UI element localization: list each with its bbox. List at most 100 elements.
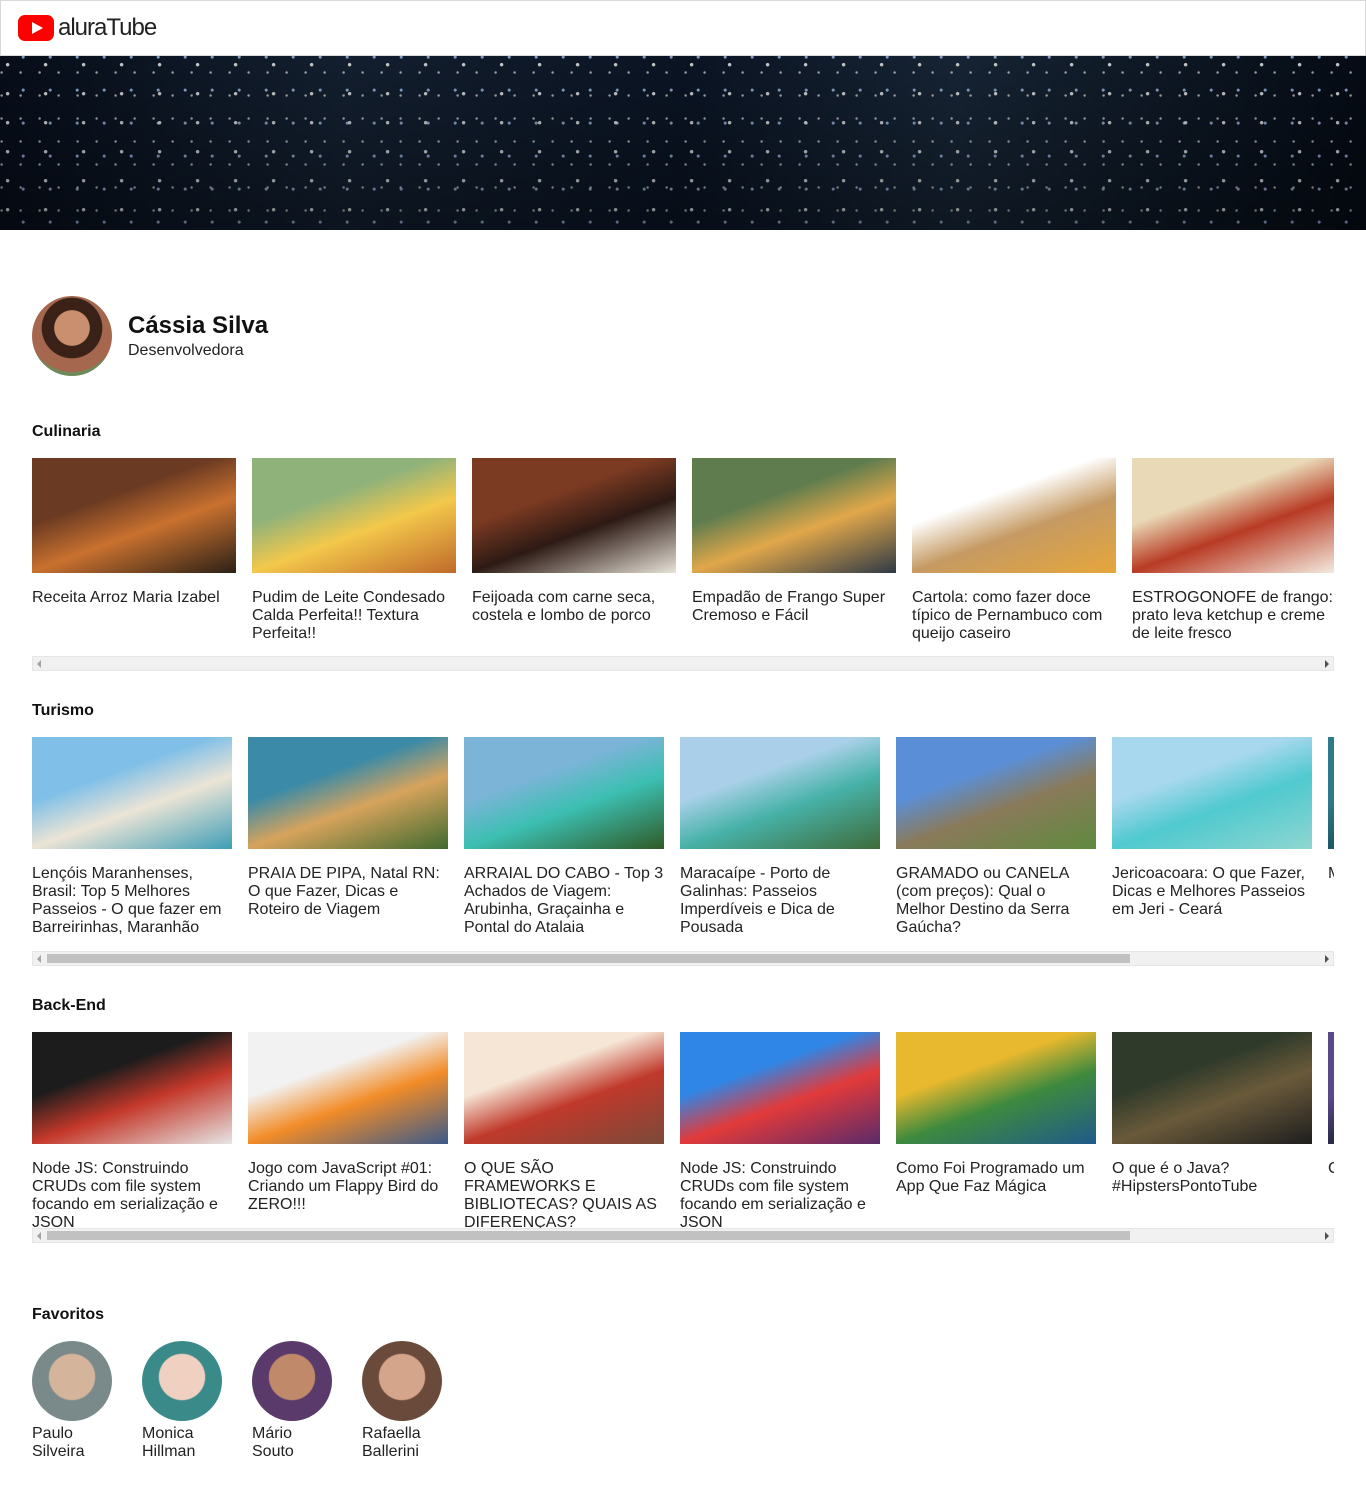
top-menu: aluraTube — [0, 0, 1366, 56]
video-card[interactable]: Cartola: como fazer doce típico de Perna… — [912, 458, 1116, 656]
video-thumbnail[interactable] — [692, 458, 896, 573]
horizontal-scrollbar[interactable] — [32, 656, 1334, 671]
profile-header: Cássia Silva Desenvolvedora — [32, 296, 268, 376]
alura-tube-logo[interactable]: aluraTube — [18, 14, 157, 42]
video-title[interactable]: Maracaípe - Porto de Galinhas: Passeios … — [680, 865, 880, 937]
video-card[interactable]: C L # — [1328, 1032, 1334, 1228]
video-card[interactable]: Maracaípe - Porto de Galinhas: Passeios … — [680, 737, 880, 951]
horizontal-scrollbar[interactable] — [32, 1228, 1334, 1243]
playlist-title: Culinaria — [32, 423, 101, 440]
video-title[interactable]: Pudim de Leite Condesado Calda Perfeita!… — [252, 589, 456, 643]
video-card[interactable]: Como Foi Programado um App Que Faz Mágic… — [896, 1032, 1096, 1228]
video-title[interactable]: Jericoacoara: O que Fazer, Dicas e Melho… — [1112, 865, 1312, 919]
favorite-name: Paulo Silveira — [32, 1425, 85, 1460]
video-row: Receita Arroz Maria Izabel Pudim de Leite… — [32, 458, 1334, 656]
video-thumbnail[interactable] — [1112, 1032, 1312, 1144]
video-card[interactable]: GRAMADO ou CANELA (com preços): Qual o M… — [896, 737, 1096, 951]
video-thumbnail[interactable] — [896, 1032, 1096, 1144]
video-title[interactable]: Lençóis Maranhenses, Brasil: Top 5 Melho… — [32, 865, 232, 937]
play-logo-icon — [18, 15, 54, 41]
scroll-thumb[interactable] — [47, 954, 1130, 963]
logo-text: aluraTube — [58, 14, 157, 41]
profile-name: Cássia Silva — [128, 312, 269, 339]
channel-banner — [0, 56, 1366, 230]
video-title[interactable]: O QUE SÃO FRAMEWORKS E BIBLIOTECAS? QUAI… — [464, 1160, 664, 1228]
video-card[interactable]: Empadão de Frango Super Cremoso e Fácil — [692, 458, 896, 656]
scroll-thumb[interactable] — [47, 1231, 1130, 1240]
video-card[interactable]: Feijoada com carne seca, costela e lombo… — [472, 458, 676, 656]
playlist-back-end: Back-End Node JS: Construindo CRUDs com … — [32, 997, 1334, 1243]
horizontal-scrollbar[interactable] — [32, 951, 1334, 966]
video-card[interactable]: ESTROGONOFE de frango: prato leva ketchu… — [1132, 458, 1334, 656]
video-card[interactable]: Receita Arroz Maria Izabel — [32, 458, 236, 656]
video-thumbnail[interactable] — [1112, 737, 1312, 849]
video-title[interactable]: Empadão de Frango Super Cremoso e Fácil — [692, 589, 896, 625]
playlist-title: Back-End — [32, 997, 106, 1014]
video-thumbnail[interactable] — [912, 458, 1116, 573]
video-thumbnail[interactable] — [32, 1032, 232, 1144]
favorite-item[interactable]: Rafaella Ballerini — [362, 1341, 442, 1461]
video-title[interactable]: Node JS: Construindo CRUDs com file syst… — [680, 1160, 880, 1228]
video-card[interactable]: O que é o Java? #HipstersPontoTube — [1112, 1032, 1312, 1228]
video-thumbnail[interactable] — [680, 1032, 880, 1144]
video-card[interactable]: Node JS: Construindo CRUDs com file syst… — [32, 1032, 232, 1228]
video-card[interactable]: M T P C — [1328, 737, 1334, 951]
scroll-left-arrow-icon[interactable] — [37, 1232, 41, 1240]
avatar[interactable] — [142, 1341, 222, 1421]
video-title[interactable]: Feijoada com carne seca, costela e lombo… — [472, 589, 676, 625]
video-title[interactable]: ARRAIAL DO CABO - Top 3 Achados de Viage… — [464, 865, 664, 937]
scroll-right-arrow-icon[interactable] — [1325, 1232, 1329, 1240]
video-thumbnail[interactable] — [1132, 458, 1334, 573]
scroll-left-arrow-icon[interactable] — [37, 955, 41, 963]
video-title[interactable]: PRAIA DE PIPA, Natal RN: O que Fazer, Di… — [248, 865, 448, 919]
video-card[interactable]: O QUE SÃO FRAMEWORKS E BIBLIOTECAS? QUAI… — [464, 1032, 664, 1228]
video-thumbnail[interactable] — [32, 737, 232, 849]
profile-job: Desenvolvedora — [128, 342, 244, 359]
video-title[interactable]: GRAMADO ou CANELA (com preços): Qual o M… — [896, 865, 1096, 937]
video-title[interactable]: C L # — [1328, 1160, 1334, 1178]
favorite-name: Rafaella Ballerini — [362, 1425, 421, 1460]
favorites-title: Favoritos — [32, 1306, 105, 1323]
video-thumbnail[interactable] — [248, 1032, 448, 1144]
video-title[interactable]: Jogo com JavaScript #01: Criando um Flap… — [248, 1160, 448, 1214]
video-card[interactable]: PRAIA DE PIPA, Natal RN: O que Fazer, Di… — [248, 737, 448, 951]
playlist-turismo: Turismo Lençóis Maranhenses, Brasil: Top… — [32, 702, 1334, 966]
video-title[interactable]: O que é o Java? #HipstersPontoTube — [1112, 1160, 1312, 1196]
video-thumbnail[interactable] — [464, 1032, 664, 1144]
favorite-name: Monica Hillman — [142, 1425, 196, 1460]
playlist-culinaria: Culinaria Receita Arroz Maria Izabel Pudi… — [32, 423, 1334, 671]
video-thumbnail[interactable] — [680, 737, 880, 849]
favorite-item[interactable]: Paulo Silveira — [32, 1341, 112, 1461]
scroll-right-arrow-icon[interactable] — [1325, 660, 1329, 668]
avatar[interactable] — [362, 1341, 442, 1421]
avatar[interactable] — [252, 1341, 332, 1421]
video-thumbnail[interactable] — [252, 458, 456, 573]
video-thumbnail[interactable] — [896, 737, 1096, 849]
favorites-list: Paulo Silveira Monica Hillman Mário Souto R… — [32, 1341, 442, 1461]
video-thumbnail[interactable] — [32, 458, 236, 573]
avatar[interactable] — [32, 1341, 112, 1421]
video-title[interactable]: M T P C — [1328, 865, 1334, 883]
video-card[interactable]: Lençóis Maranhenses, Brasil: Top 5 Melho… — [32, 737, 232, 951]
avatar — [32, 296, 112, 376]
video-card[interactable]: Pudim de Leite Condesado Calda Perfeita!… — [252, 458, 456, 656]
favorite-item[interactable]: Mário Souto — [252, 1341, 332, 1461]
video-title[interactable]: Como Foi Programado um App Que Faz Mágic… — [896, 1160, 1096, 1196]
video-thumbnail[interactable] — [464, 737, 664, 849]
video-card[interactable]: Jericoacoara: O que Fazer, Dicas e Melho… — [1112, 737, 1312, 951]
video-thumbnail[interactable] — [1328, 1032, 1334, 1144]
scroll-right-arrow-icon[interactable] — [1325, 955, 1329, 963]
video-row: Lençóis Maranhenses, Brasil: Top 5 Melho… — [32, 737, 1334, 951]
video-card[interactable]: Jogo com JavaScript #01: Criando um Flap… — [248, 1032, 448, 1228]
video-title[interactable]: Node JS: Construindo CRUDs com file syst… — [32, 1160, 232, 1228]
video-title[interactable]: Cartola: como fazer doce típico de Perna… — [912, 589, 1116, 643]
video-thumbnail[interactable] — [472, 458, 676, 573]
video-title[interactable]: ESTROGONOFE de frango: prato leva ketchu… — [1132, 589, 1334, 643]
scroll-left-arrow-icon[interactable] — [37, 660, 41, 668]
video-card[interactable]: ARRAIAL DO CABO - Top 3 Achados de Viage… — [464, 737, 664, 951]
favorite-item[interactable]: Monica Hillman — [142, 1341, 222, 1461]
video-title[interactable]: Receita Arroz Maria Izabel — [32, 589, 236, 607]
video-card[interactable]: Node JS: Construindo CRUDs com file syst… — [680, 1032, 880, 1228]
video-thumbnail[interactable] — [248, 737, 448, 849]
video-thumbnail[interactable] — [1328, 737, 1334, 849]
